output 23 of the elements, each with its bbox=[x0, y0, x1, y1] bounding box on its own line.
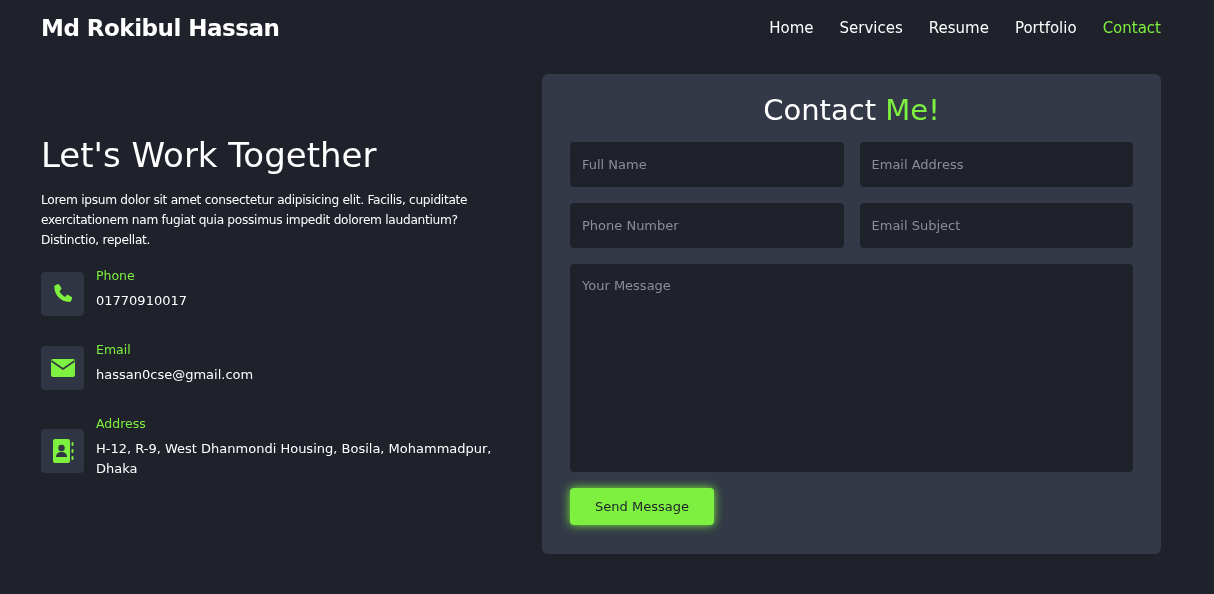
nav-link[interactable]: Contact bbox=[1102, 19, 1161, 37]
input-field[interactable]: Email Address bbox=[859, 142, 1133, 187]
input-field[interactable]: Phone Number bbox=[570, 203, 844, 248]
input-field[interactable]: Email Subject bbox=[859, 203, 1133, 248]
contact-label: Address bbox=[96, 416, 147, 431]
send-button[interactable]: Send Message bbox=[570, 488, 714, 525]
contact-value: H-12, R-9, West Dhanmondi Housing, Bosila, Mohammadpur, Dhaka bbox=[96, 440, 493, 478]
nav-link[interactable]: Home bbox=[769, 19, 814, 37]
contact-label: Phone bbox=[96, 268, 136, 283]
site-logo[interactable]: Md Rokibul Hassan bbox=[41, 15, 280, 41]
nav-link[interactable]: Services bbox=[839, 19, 903, 37]
message-field[interactable]: Your Message bbox=[570, 264, 1133, 472]
address-book-icon bbox=[50, 438, 75, 464]
input-field[interactable]: Full Name bbox=[570, 142, 844, 187]
nav-link[interactable]: Portfolio bbox=[1014, 19, 1077, 37]
contact-label: Email bbox=[96, 342, 132, 357]
intro-paragraph: Lorem ipsum dolor sit amet consectetur adipisicing elit. Facilis, cupiditate exercitationem nam fugiat quia possimus impedit dolorem laudantium? Distinctio, repellat. bbox=[41, 192, 469, 249]
form-title: Contact Me! bbox=[762, 92, 941, 128]
envelope-icon bbox=[49, 358, 76, 378]
nav-link[interactable]: Resume bbox=[928, 19, 989, 37]
contact-value: hassan0cse@gmail.com bbox=[96, 366, 254, 384]
contact-value: 01770910017 bbox=[96, 292, 187, 310]
section-heading: Let's Work Together bbox=[41, 134, 378, 177]
